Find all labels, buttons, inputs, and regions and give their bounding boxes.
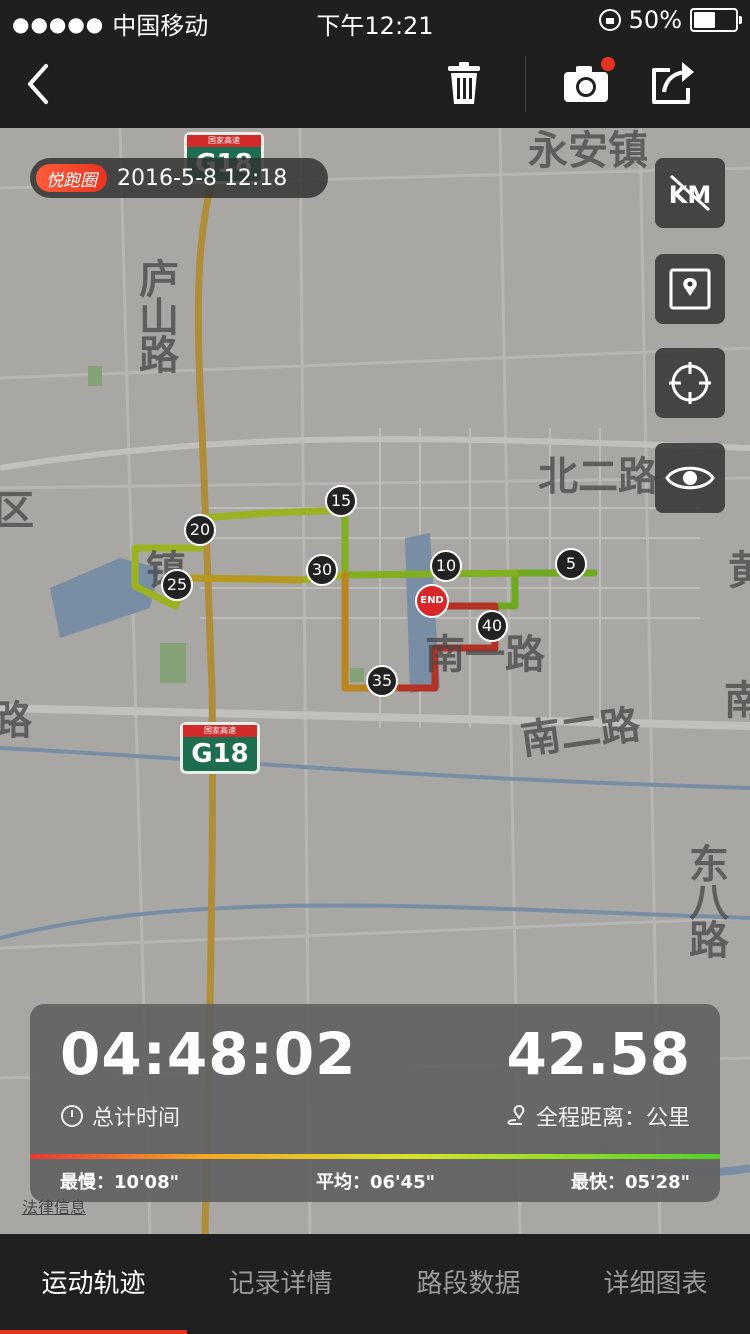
map-pin-icon: [669, 268, 711, 310]
tab-route[interactable]: 运动轨迹: [0, 1234, 187, 1334]
locate-icon: [669, 362, 711, 404]
map-label: 庐山路: [132, 258, 178, 372]
distance-value: 42.58: [506, 1020, 690, 1088]
active-tab-indicator: [0, 1330, 187, 1334]
record-datetime: 2016-5-8 12:18: [117, 165, 288, 191]
top-nav-bar: [0, 40, 750, 128]
camera-icon: [564, 57, 615, 102]
route-pin-icon: [507, 1104, 525, 1125]
share-icon: [652, 62, 694, 104]
nav-divider: [525, 56, 526, 112]
back-icon: [28, 64, 48, 104]
slowest-pace: 最慢：10'08": [60, 1172, 179, 1193]
delete-button[interactable]: [434, 54, 494, 114]
km-marker[interactable]: 25: [161, 569, 193, 601]
tab-detailed-charts[interactable]: 详细图表: [562, 1234, 749, 1334]
legal-info-link[interactable]: 法律信息: [22, 1194, 86, 1218]
battery-group: 50%: [598, 6, 742, 34]
camera-button[interactable]: [556, 54, 616, 114]
highway-shield: 国家高速 G18: [180, 722, 260, 774]
km-marker[interactable]: 30: [306, 554, 338, 586]
battery-percent: 50%: [628, 6, 682, 34]
back-button[interactable]: [16, 56, 66, 112]
locate-button[interactable]: [655, 348, 725, 418]
map-label: 南: [724, 678, 750, 724]
eye-icon: [665, 466, 715, 490]
status-bar: ●●●●● 中国移动 下午12:21 50%: [0, 0, 750, 40]
km-toggle-button[interactable]: KM: [655, 158, 725, 228]
km-marker[interactable]: 40: [476, 610, 508, 642]
map-label: 路: [0, 698, 32, 744]
total-time-label-group: 总计时间: [60, 1100, 180, 1132]
tab-record-details[interactable]: 记录详情: [187, 1234, 374, 1334]
stats-panel: 04:48:02 42.58 总计时间 全程距离：公里 最慢：10'08" 平均…: [30, 1004, 720, 1202]
total-time-label: 总计时间: [92, 1106, 181, 1131]
map-type-button[interactable]: [655, 254, 725, 324]
fastest-pace: 最快：05'28": [571, 1172, 690, 1193]
trash-icon: [448, 62, 480, 104]
clock-icon: [61, 1105, 83, 1127]
distance-label-group: 全程距离：公里: [502, 1100, 690, 1132]
share-button[interactable]: [642, 54, 702, 114]
km-off-icon: KM: [669, 174, 711, 212]
route-map[interactable]: 永安镇 庐山路 北二路 南一路 南二路 东八路 区 黄 南 路 镇 国家高速 G…: [0, 128, 750, 1234]
map-label: 黄: [728, 548, 750, 594]
map-label: 北二路: [538, 454, 658, 500]
pace-gradient-bar: [30, 1154, 720, 1159]
battery-icon: [690, 8, 742, 32]
record-badge: 悦跑圈 2016-5-8 12:18: [30, 158, 328, 198]
tab-segment-data[interactable]: 路段数据: [375, 1234, 562, 1334]
average-pace: 平均：06'45": [316, 1172, 435, 1193]
km-marker[interactable]: 10: [430, 550, 462, 582]
rotation-lock-icon: [598, 9, 621, 31]
distance-label: 全程距离：公里: [535, 1106, 690, 1131]
map-label: 区: [0, 488, 34, 534]
visibility-button[interactable]: [655, 443, 725, 513]
total-time-value: 04:48:02: [60, 1020, 357, 1088]
bottom-tab-bar: 运动轨迹 记录详情 路段数据 详细图表: [0, 1234, 750, 1334]
map-label: 东八路: [682, 843, 728, 957]
km-marker[interactable]: 35: [366, 665, 398, 697]
km-marker[interactable]: 20: [184, 514, 216, 546]
map-label: 永安镇: [528, 128, 648, 174]
km-marker[interactable]: 15: [325, 485, 357, 517]
km-marker[interactable]: 5: [555, 548, 587, 580]
end-marker[interactable]: END: [415, 584, 449, 618]
brand-tag: 悦跑圈: [36, 164, 107, 192]
